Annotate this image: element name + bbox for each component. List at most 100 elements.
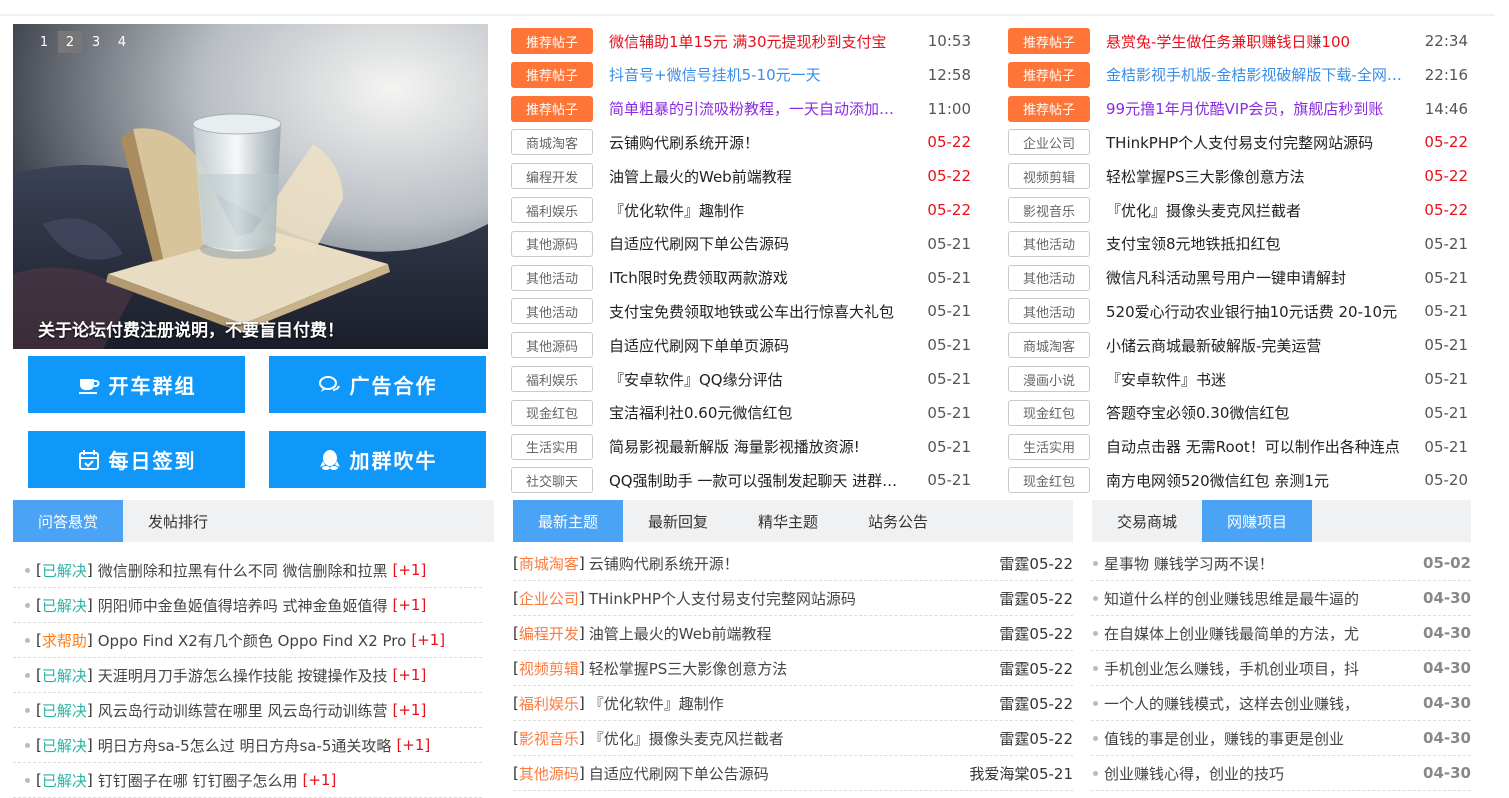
post-category-tag[interactable]: 推荐帖子 xyxy=(511,61,593,88)
post-category-tag[interactable]: 生活实用 xyxy=(511,433,593,460)
post-title-link[interactable]: 微信辅助1单15元 满30元提现秒到支付宝 xyxy=(609,31,909,52)
post-category-tag[interactable]: 其他活动 xyxy=(1008,264,1090,291)
join-group-button[interactable]: 加群吹牛 xyxy=(269,431,486,488)
news-title-link[interactable]: 油管上最火的Web前端教程 xyxy=(589,623,772,644)
post-title-link[interactable]: 抖音号+微信号挂机5-10元一天 xyxy=(609,64,909,85)
post-category-tag[interactable]: 其他源码 xyxy=(511,332,593,359)
qa-title-link[interactable]: 明日方舟sa-5怎么过 明日方舟sa-5通关攻略 xyxy=(98,735,392,756)
post-title-link[interactable]: 轻松掌握PS三大影像创意方法 xyxy=(1106,166,1406,187)
post-category-tag[interactable]: 推荐帖子 xyxy=(511,28,593,54)
post-category-tag[interactable]: 漫画小说 xyxy=(1008,366,1090,392)
post-title-link[interactable]: 『优化』摄像头麦克风拦截者 xyxy=(1106,200,1406,221)
slider-dot-4[interactable]: 4 xyxy=(110,31,134,53)
post-title-link[interactable]: 自适应代刷网下单单页源码 xyxy=(609,335,909,356)
post-category-tag[interactable]: 其他活动 xyxy=(511,298,593,325)
post-title-link[interactable]: 云铺购代刷系统开源！ xyxy=(609,132,909,153)
car-group-button[interactable]: 开车群组 xyxy=(28,356,245,413)
post-title-link[interactable]: 小储云商城最新破解版-完美运营 xyxy=(1106,335,1406,356)
tab-latest-replies[interactable]: 最新回复 xyxy=(623,500,733,542)
money-title-link[interactable]: 在自媒体上创业赚钱最简单的方法，尤 xyxy=(1104,623,1394,644)
post-category-tag[interactable]: 福利娱乐 xyxy=(511,366,593,392)
post-title-link[interactable]: 自动点击器 无需Root！可以制作出各种连点 xyxy=(1106,436,1406,457)
post-category-tag[interactable]: 推荐帖子 xyxy=(511,95,593,122)
post-category-tag[interactable]: 社交聊天 xyxy=(511,467,593,494)
money-title-link[interactable]: 手机创业怎么赚钱，手机创业项目，抖 xyxy=(1104,658,1394,679)
post-title-link[interactable]: 油管上最火的Web前端教程 xyxy=(609,166,909,187)
slider-dot-2[interactable]: 2 xyxy=(58,31,82,53)
post-title-link[interactable]: 悬赏兔-学生做任务兼职赚钱日赚100 xyxy=(1106,31,1406,52)
tab-site-notices[interactable]: 站务公告 xyxy=(843,500,953,542)
news-title-link[interactable]: 云铺购代刷系统开源！ xyxy=(589,553,739,574)
news-category-link[interactable]: 企业公司 xyxy=(519,588,579,609)
qa-title-link[interactable]: 钉钉圈子在哪 钉钉圈子怎么用 xyxy=(98,770,298,791)
news-category-link[interactable]: 其他源码 xyxy=(519,763,579,784)
qa-title-link[interactable]: 阴阳师中金鱼姬值得培养吗 式神金鱼姬值得 xyxy=(98,595,388,616)
tab-latest-topics[interactable]: 最新主题 xyxy=(513,500,624,542)
post-title-link[interactable]: 『优化软件』趣制作 xyxy=(609,200,909,221)
news-category-link[interactable]: 编程开发 xyxy=(519,623,579,644)
post-category-tag[interactable]: 其他活动 xyxy=(511,264,593,291)
post-category-tag[interactable]: 商城淘客 xyxy=(1008,332,1090,359)
post-title-link[interactable]: 金桔影视手机版-金桔影视破解版下载-全网影视 xyxy=(1106,64,1406,85)
news-category-link[interactable]: 福利娱乐 xyxy=(519,693,579,714)
post-title-link[interactable]: 简易影视最新解版 海量影视播放资源! xyxy=(609,436,909,457)
post-title-link[interactable]: 520爱心行动农业银行抽10元话费 20-10元 xyxy=(1106,301,1406,322)
tab-money-projects[interactable]: 网赚项目 xyxy=(1202,500,1313,542)
news-title-link[interactable]: 『优化软件』趣制作 xyxy=(589,693,724,714)
post-category-tag[interactable]: 商城淘客 xyxy=(511,129,593,156)
news-category-link[interactable]: 商城淘客 xyxy=(519,553,579,574)
post-title-link[interactable]: THinkPHP个人支付易支付完整网站源码 xyxy=(1106,132,1406,153)
post-title-link[interactable]: 支付宝免费领取地铁或公车出行惊喜大礼包 xyxy=(609,301,909,322)
news-title-link[interactable]: 自适应代刷网下单公告源码 xyxy=(589,763,769,784)
news-title-link[interactable]: THinkPHP个人支付易支付完整网站源码 xyxy=(589,588,856,609)
post-title-link[interactable]: QQ强制助手 一款可以强制发起聊天 进群的软件 xyxy=(609,470,909,491)
money-title-link[interactable]: 星事物 赚钱学习两不误！ xyxy=(1104,553,1394,574)
qa-title-link[interactable]: 天涯明月刀手游怎么操作技能 按键操作及技 xyxy=(98,665,388,686)
slider-dot-3[interactable]: 3 xyxy=(84,31,108,53)
post-category-tag[interactable]: 其他活动 xyxy=(1008,298,1090,325)
post-category-tag[interactable]: 其他活动 xyxy=(1008,230,1090,257)
qa-title-link[interactable]: 风云岛行动训练营在哪里 风云岛行动训练营 xyxy=(98,700,388,721)
tab-trade-mall[interactable]: 交易商城 xyxy=(1092,500,1202,542)
post-category-tag[interactable]: 现金红包 xyxy=(511,399,593,426)
post-category-tag[interactable]: 福利娱乐 xyxy=(511,197,593,223)
post-title-link[interactable]: ITch限时免费领取两款游戏 xyxy=(609,267,909,288)
post-title-link[interactable]: 微信凡科活动黑号用户一键申请解封 xyxy=(1106,267,1406,288)
image-slider[interactable]: 1 2 3 4 关于论坛付费注册说明，不要盲目付费！ xyxy=(13,24,488,349)
qa-title-link[interactable]: Oppo Find X2有几个颜色 Oppo Find X2 Pro xyxy=(98,630,407,651)
post-title-link[interactable]: 『安卓软件』书迷 xyxy=(1106,369,1406,390)
post-category-tag[interactable]: 推荐帖子 xyxy=(1008,61,1090,88)
post-title-link[interactable]: 自适应代刷网下单公告源码 xyxy=(609,233,909,254)
post-category-tag[interactable]: 推荐帖子 xyxy=(1008,95,1090,122)
slide-caption[interactable]: 关于论坛付费注册说明，不要盲目付费！ xyxy=(38,316,344,341)
news-category-link[interactable]: 视频剪辑 xyxy=(519,658,579,679)
post-category-tag[interactable]: 现金红包 xyxy=(1008,467,1090,494)
money-title-link[interactable]: 一个人的赚钱模式，这样去创业赚钱， xyxy=(1104,693,1394,714)
money-title-link[interactable]: 知道什么样的创业赚钱思维是最牛逼的 xyxy=(1104,588,1394,609)
post-title-link[interactable]: 宝洁福利社0.60元微信红包 xyxy=(609,402,909,423)
news-title-link[interactable]: 『优化』摄像头麦克风拦截者 xyxy=(589,728,784,749)
money-title-link[interactable]: 值钱的事是创业，赚钱的事更是创业 xyxy=(1104,728,1394,749)
post-title-link[interactable]: 支付宝领8元地铁抵扣红包 xyxy=(1106,233,1406,254)
slider-dot-1[interactable]: 1 xyxy=(32,31,56,53)
daily-checkin-button[interactable]: 每日签到 xyxy=(28,431,245,488)
post-category-tag[interactable]: 生活实用 xyxy=(1008,433,1090,460)
news-category-link[interactable]: 影视音乐 xyxy=(519,728,579,749)
money-title-link[interactable]: 创业赚钱心得，创业的技巧 xyxy=(1104,763,1394,784)
tab-post-ranking[interactable]: 发帖排行 xyxy=(123,500,233,542)
post-category-tag[interactable]: 现金红包 xyxy=(1008,399,1090,426)
post-title-link[interactable]: 南方电网领520微信红包 亲测1元 xyxy=(1106,470,1406,491)
post-title-link[interactable]: 简单粗暴的引流吸粉教程，一天自动添加上百人 xyxy=(609,98,909,119)
post-title-link[interactable]: 答题夺宝必领0.30微信红包 xyxy=(1106,402,1406,423)
post-category-tag[interactable]: 视频剪辑 xyxy=(1008,163,1090,190)
qa-title-link[interactable]: 微信删除和拉黑有什么不同 微信删除和拉黑 xyxy=(98,560,388,581)
post-category-tag[interactable]: 企业公司 xyxy=(1008,129,1090,156)
news-title-link[interactable]: 轻松掌握PS三大影像创意方法 xyxy=(589,658,788,679)
post-category-tag[interactable]: 其他源码 xyxy=(511,230,593,257)
tab-featured-topics[interactable]: 精华主题 xyxy=(733,500,843,542)
post-category-tag[interactable]: 编程开发 xyxy=(511,163,593,190)
post-title-link[interactable]: 99元撸1年月优酷VIP会员，旗舰店秒到账 xyxy=(1106,98,1406,119)
post-category-tag[interactable]: 影视音乐 xyxy=(1008,197,1090,223)
post-category-tag[interactable]: 推荐帖子 xyxy=(1008,28,1090,54)
tab-qa-reward[interactable]: 问答悬赏 xyxy=(13,500,124,542)
